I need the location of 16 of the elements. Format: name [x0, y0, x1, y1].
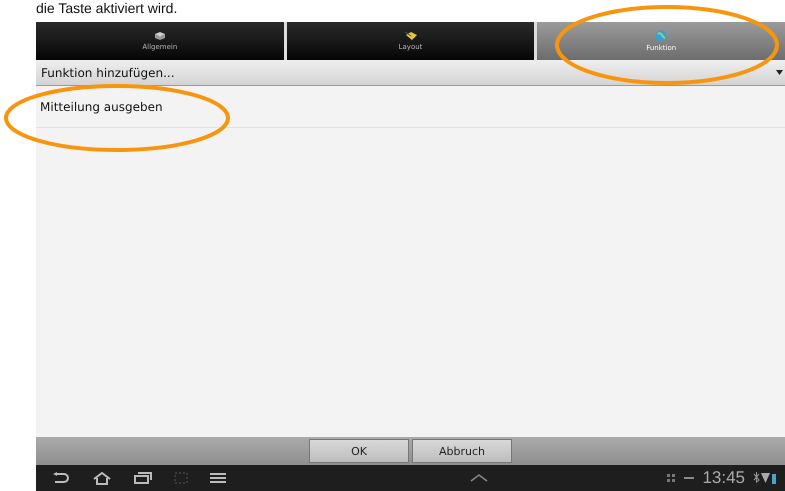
dialog-button[interactable]: Abbruch: [412, 439, 512, 463]
home-icon[interactable]: [92, 472, 112, 484]
caret-icon: [776, 70, 783, 75]
back-icon[interactable]: [52, 472, 70, 484]
caption-text: die Taste aktiviert wird.: [35, 0, 178, 16]
dialog-button[interactable]: OK: [309, 439, 409, 463]
chevron-up-icon[interactable]: [470, 474, 488, 482]
status-icons: [752, 471, 777, 485]
recent-apps-icon[interactable]: [134, 472, 152, 484]
function-dropdown[interactable]: Funktion hinzufügen...: [36, 60, 785, 86]
menu-icon[interactable]: [210, 472, 226, 484]
grid-icon: [666, 473, 676, 483]
globe-icon: [654, 30, 668, 42]
list-item[interactable]: Mitteilung ausgeben: [36, 86, 785, 128]
clock-time: 13:45: [702, 468, 745, 488]
dash-icon: [684, 477, 694, 479]
